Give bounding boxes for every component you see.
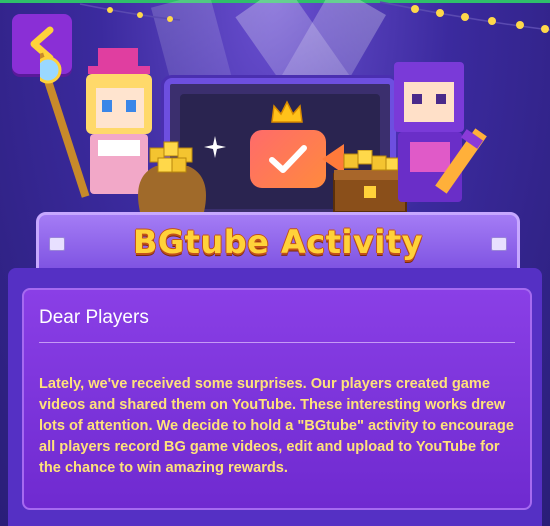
gold-cubes-icon (138, 141, 206, 212)
notice-body: Lately, we've received some surprises. O… (39, 376, 514, 476)
notice-title: Dear Players (39, 307, 149, 328)
purple-knight-character-illustration (394, 62, 487, 202)
string-lights (79, 1, 550, 33)
crown-icon (271, 100, 303, 123)
video-camera-icon (250, 130, 344, 188)
activity-title: BGtube Activity (133, 223, 423, 261)
activity-scene: BGtube Activity Dear Players Lately, we'… (0, 0, 550, 526)
notice-card: Dear Players Lately, we've received some… (22, 288, 532, 510)
checkmark-icon (269, 145, 307, 173)
divider (39, 342, 515, 343)
banner-bolt-right (491, 237, 507, 251)
